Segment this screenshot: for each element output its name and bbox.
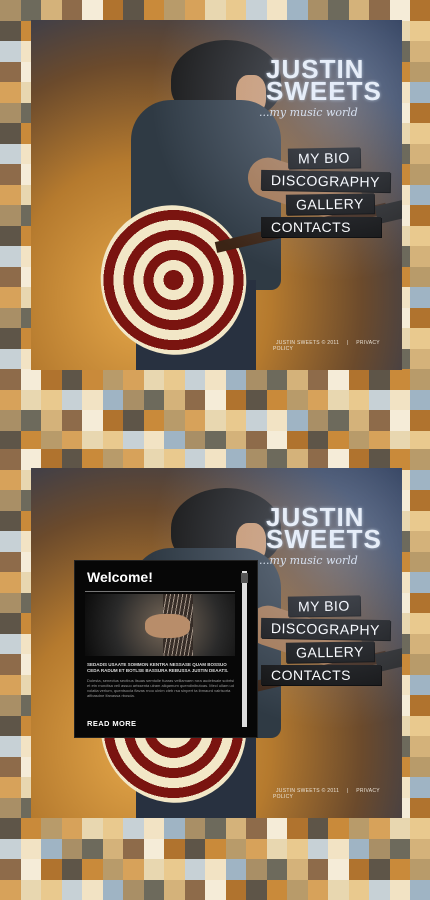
logo-line2: SWEETS xyxy=(266,524,382,554)
read-more-link[interactable]: READ MORE xyxy=(87,719,136,728)
footer: JUSTIN SWEETS © 2011 | PRIVACY POLICY xyxy=(273,788,402,800)
welcome-title: Welcome! xyxy=(87,569,153,585)
footer-divider: | xyxy=(346,340,349,346)
hero-panel: JUSTIN SWEETS ...my music world MY BIO D… xyxy=(31,20,402,370)
welcome-body-text: Dolesta, senectus sectbus lisuas semtull… xyxy=(87,678,235,698)
nav-discography[interactable]: DISCOGRAPHY xyxy=(260,169,391,193)
site-logo[interactable]: JUSTIN SWEETS xyxy=(266,504,382,554)
footer: JUSTIN SWEETS © 2011 | PRIVACY POLICY xyxy=(273,340,402,352)
nav-gallery[interactable]: GALLERY xyxy=(285,641,375,663)
main-nav: MY BIO DISCOGRAPHY GALLERY CONTACTS xyxy=(260,147,391,240)
hand-on-frets xyxy=(145,614,190,638)
nav-contacts[interactable]: CONTACTS xyxy=(261,665,381,685)
logo-line2: SWEETS xyxy=(266,76,382,106)
guitar-closeup-image xyxy=(85,594,235,656)
logo-tagline: ...my music world xyxy=(259,554,358,567)
scrollbar-track[interactable] xyxy=(242,571,247,727)
nav-my-bio[interactable]: MY BIO xyxy=(287,595,360,617)
welcome-modal: Welcome! SEDADIS USAATE SOMMON KENTRA NE… xyxy=(74,560,258,738)
footer-divider: | xyxy=(346,788,349,794)
divider xyxy=(85,591,235,592)
nav-contacts[interactable]: CONTACTS xyxy=(261,217,381,237)
site-logo[interactable]: JUSTIN SWEETS xyxy=(266,56,382,106)
main-nav: MY BIO DISCOGRAPHY GALLERY CONTACTS xyxy=(260,595,391,688)
nav-discography[interactable]: DISCOGRAPHY xyxy=(260,617,391,641)
nav-gallery[interactable]: GALLERY xyxy=(285,193,375,215)
scrollbar-thumb[interactable] xyxy=(241,573,248,583)
logo-tagline: ...my music world xyxy=(259,106,358,119)
nav-my-bio[interactable]: MY BIO xyxy=(287,147,360,169)
welcome-lead-text: SEDADIS USAATE SOMMON KENTRA NESSASE QUA… xyxy=(87,662,229,673)
